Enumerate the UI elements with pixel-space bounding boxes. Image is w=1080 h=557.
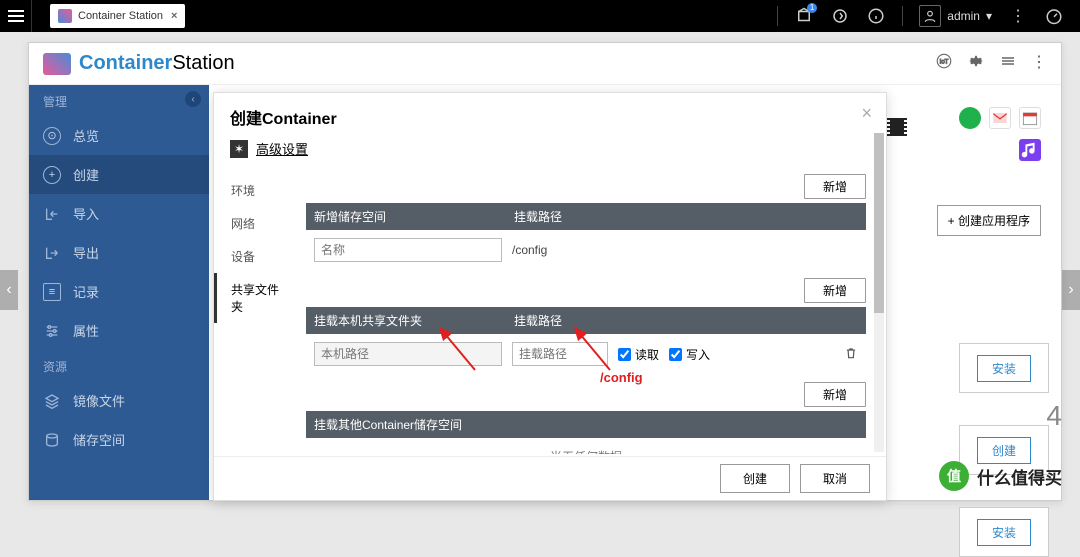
sidebar-section-manage: 管理 ‹ (29, 85, 209, 116)
layers-icon (43, 392, 61, 410)
app-logo-icon (43, 53, 71, 75)
mount-path-input[interactable] (512, 342, 608, 366)
app-header: ContainerStation IoT ⋮ (29, 43, 1061, 85)
notif-badge: 1 (807, 3, 817, 13)
export-icon (43, 244, 61, 262)
stack-icon[interactable] (999, 52, 1017, 75)
modal-cancel-button[interactable]: 取消 (800, 464, 870, 493)
username: admin (947, 9, 980, 23)
modal-title: 创建Container (214, 93, 886, 137)
refresh-icon[interactable] (830, 6, 850, 26)
calendar-icon[interactable] (1019, 107, 1041, 129)
watermark-badge: 值 (939, 461, 969, 491)
add-button-3[interactable]: 新增 (804, 382, 866, 407)
create-container-modal: 创建Container × ✶ 高级设置 环境 网络 设备 共享文件夹 新增 新… (213, 92, 887, 501)
more-icon[interactable]: ⋮ (1008, 6, 1028, 26)
section-new-volume: 新增 新增储存空间挂载路径 /config (306, 174, 866, 270)
host-path-input[interactable] (314, 342, 502, 366)
empty-state: 尚无任何数据 (306, 438, 866, 454)
advanced-settings-link[interactable]: 高级设置 (256, 139, 308, 158)
app-tab-icon (58, 9, 72, 23)
sidebar-item-images[interactable]: 镜像文件 (29, 381, 209, 420)
music-icon[interactable] (1019, 139, 1041, 161)
gear-icon[interactable] (967, 52, 985, 75)
nav-shared-folder[interactable]: 共享文件夹 (214, 273, 302, 323)
nav-env[interactable]: 环境 (214, 174, 302, 207)
modal-close-icon[interactable]: × (861, 103, 872, 124)
right-panel: + 创建应用程序 安装 创建 安装 (891, 95, 1061, 500)
dashboard-icon[interactable] (1044, 6, 1064, 26)
modal-nav: 环境 网络 设备 共享文件夹 (214, 170, 302, 454)
install-button-2[interactable]: 安装 (977, 519, 1031, 546)
create-button[interactable]: 创建 (977, 437, 1031, 464)
collapse-icon[interactable]: ‹ (185, 91, 201, 107)
notifications-icon[interactable]: 1 (794, 6, 814, 26)
svg-text:IoT: IoT (940, 59, 949, 65)
volume-name-input[interactable] (314, 238, 502, 262)
annotation-text: /config (600, 370, 643, 385)
section-other-container: 新增 挂载其他Container储存空间 尚无任何数据 (306, 382, 866, 454)
sidebar: 管理 ‹ ⊙总览 +创建 导入 导出 ≡记录 属性 资源 镜像文件 储存空间 (29, 85, 209, 500)
plus-icon: + (43, 166, 61, 184)
info-icon[interactable] (866, 6, 886, 26)
import-icon (43, 205, 61, 223)
sidebar-item-log[interactable]: ≡记录 (29, 272, 209, 311)
add-button-1[interactable]: 新增 (804, 174, 866, 199)
read-checkbox[interactable]: 读取 (618, 346, 659, 363)
scrollbar[interactable] (874, 133, 884, 452)
avatar-icon (919, 5, 941, 27)
user-menu[interactable]: admin ▾ (919, 5, 992, 27)
page-number: 4 (1046, 400, 1062, 432)
card-install-1: 安装 (959, 343, 1049, 393)
iot-icon[interactable]: IoT (935, 52, 953, 75)
carousel-next[interactable]: › (1062, 270, 1080, 310)
app-tab[interactable]: Container Station × (50, 4, 185, 28)
sidebar-item-import[interactable]: 导入 (29, 194, 209, 233)
chevron-down-icon: ▾ (986, 9, 992, 23)
card-install-2: 安装 (959, 507, 1049, 557)
os-topbar: Container Station × 1 admin ▾ ⋮ (0, 0, 1080, 32)
gmail-icon[interactable] (989, 107, 1011, 129)
carousel-prev[interactable]: ‹ (0, 270, 18, 310)
kebab-icon[interactable]: ⋮ (1031, 52, 1047, 75)
trash-icon[interactable] (844, 346, 858, 363)
close-icon[interactable]: × (171, 10, 177, 22)
nav-device[interactable]: 设备 (214, 240, 302, 273)
gauge-icon: ⊙ (43, 127, 61, 145)
film-icon (890, 118, 904, 136)
install-button[interactable]: 安装 (977, 355, 1031, 382)
write-checkbox[interactable]: 写入 (669, 346, 710, 363)
add-button-2[interactable]: 新增 (804, 278, 866, 303)
app-title: ContainerStation (79, 52, 235, 75)
watermark-text: 什么值得买 (977, 464, 1062, 489)
config-path-text: /config (512, 243, 547, 257)
disk-icon (43, 431, 61, 449)
nav-network[interactable]: 网络 (214, 207, 302, 240)
modal-create-button[interactable]: 创建 (720, 464, 790, 493)
watermark: 值 什么值得买 (939, 461, 1062, 491)
tray-icon-1[interactable] (959, 107, 981, 129)
section-host-shared: 新增 挂载本机共享文件夹挂载路径 读取 写入 (306, 278, 866, 374)
log-icon: ≡ (43, 283, 61, 301)
sidebar-item-export[interactable]: 导出 (29, 233, 209, 272)
sidebar-item-overview[interactable]: ⊙总览 (29, 116, 209, 155)
app-tab-title: Container Station (78, 10, 163, 22)
sliders-icon (43, 322, 61, 340)
sidebar-item-props[interactable]: 属性 (29, 311, 209, 350)
gear-icon: ✶ (230, 140, 248, 158)
modal-body: ✶ 高级设置 环境 网络 设备 共享文件夹 新增 新增储存空间挂载路径 /con… (214, 133, 870, 454)
create-app-button[interactable]: + 创建应用程序 (937, 205, 1041, 236)
sidebar-item-create[interactable]: +创建 (29, 155, 209, 194)
modal-footer: 创建 取消 (214, 456, 886, 500)
sidebar-item-storage[interactable]: 储存空间 (29, 420, 209, 459)
sidebar-section-resource: 资源 (29, 350, 209, 381)
menu-icon[interactable] (0, 0, 32, 32)
